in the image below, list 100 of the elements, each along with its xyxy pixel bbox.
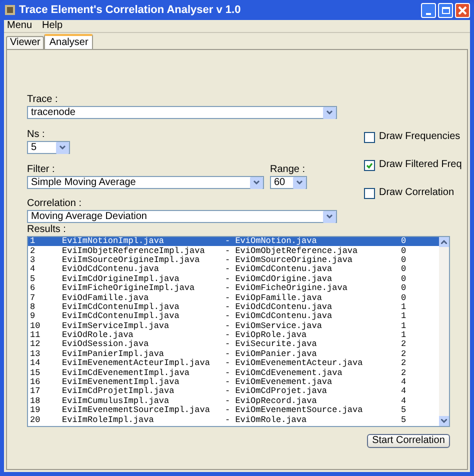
target-file: - EviOmFicheOrigine.java bbox=[225, 284, 348, 294]
tab[interactable]: Viewer bbox=[6, 36, 44, 49]
score: 2 bbox=[401, 359, 406, 368]
checkbox-label: Draw Frequencies bbox=[379, 131, 460, 143]
checkbox-label: Draw Correlation bbox=[379, 187, 454, 199]
target-file: - EviOmCdProjet.java bbox=[225, 387, 328, 396]
row-index: 18 bbox=[29, 396, 42, 406]
score: 0 bbox=[401, 256, 406, 265]
row-index: 3 bbox=[29, 256, 36, 265]
target-file: - EviOmPanier.java bbox=[225, 350, 317, 359]
source-file: EviImRoleImpl.java bbox=[62, 416, 155, 425]
row-index: 16 bbox=[29, 378, 42, 388]
score: 1 bbox=[401, 331, 406, 340]
target-file: - EviOdCdContenu.java bbox=[225, 302, 334, 312]
row-index: 7 bbox=[29, 294, 36, 303]
source-file: EviImObjetReferenceImpl.java bbox=[62, 246, 206, 256]
target-file: - EviOmCdContenu.java bbox=[225, 312, 334, 322]
source-file: EviImEvenementSourceImpl.java bbox=[62, 406, 211, 416]
window-title: Trace Element's Correlation Analyser v 1.0 bbox=[19, 2, 241, 18]
row-index: 14 bbox=[29, 359, 42, 368]
source-file: EviImNotionImpl.java bbox=[62, 237, 166, 246]
source-file: EviImCdEvenementImpl.java bbox=[62, 368, 191, 378]
correlation-dropdown[interactable]: Moving Average Deviation bbox=[27, 210, 337, 223]
row-index: 1 bbox=[29, 237, 36, 246]
target-file: - EviOmObjetReference.java bbox=[225, 246, 359, 256]
target-file: - EviOmNotion.java bbox=[225, 237, 318, 246]
target-file: - EviOpRecord.java bbox=[225, 396, 317, 406]
score: 0 bbox=[401, 237, 406, 246]
source-file: EviImCdContenuImpl.java bbox=[62, 312, 180, 322]
start-correlation-button[interactable]: Start Correlation bbox=[367, 434, 450, 448]
row-index: 11 bbox=[29, 331, 42, 340]
source-file: EviImServiceImpl.java bbox=[62, 322, 170, 331]
score: 0 bbox=[401, 265, 406, 274]
source-file: EviOdRole.java bbox=[62, 331, 134, 340]
target-file: - EviOmSourceOrigine.java bbox=[225, 256, 353, 265]
source-file: EviImEvenementActeurImpl.java bbox=[62, 359, 211, 368]
source-file: EviImSourceOrigineImpl.java bbox=[62, 256, 200, 265]
row-index: 10 bbox=[29, 322, 42, 331]
score: 0 bbox=[401, 274, 406, 284]
row-index: 12 bbox=[29, 340, 42, 350]
row-index: 4 bbox=[29, 265, 36, 274]
target-file: - EviOmCdOrigine.java bbox=[225, 274, 332, 284]
row-index: 17 bbox=[29, 387, 42, 396]
target-file: - EviSecurite.java bbox=[225, 340, 318, 350]
source-file: EviOdSession.java bbox=[62, 340, 150, 350]
target-file: - EviOmRole.java bbox=[225, 416, 308, 425]
score: 5 bbox=[401, 406, 406, 416]
source-file: EviOdFamille.java bbox=[62, 294, 149, 303]
row-index: 8 bbox=[29, 302, 36, 312]
score: 2 bbox=[401, 340, 406, 350]
source-file: EviImFicheOrigineImpl.java bbox=[62, 284, 196, 294]
menu-item[interactable]: Help bbox=[42, 20, 63, 32]
row-index: 20 bbox=[29, 416, 42, 425]
source-file: EviImCdContenuImpl.java bbox=[62, 302, 180, 312]
source-file: EviImPanierImpl.java bbox=[62, 350, 164, 359]
score: 5 bbox=[401, 416, 406, 425]
score: 0 bbox=[401, 246, 406, 256]
score: 1 bbox=[401, 322, 406, 331]
row-index: 5 bbox=[29, 274, 36, 284]
target-file: - EviOpRole.java bbox=[225, 331, 307, 340]
source-file: EviImCdOrigineImpl.java bbox=[62, 274, 180, 284]
target-file: - EviOmEvenement.java bbox=[225, 378, 332, 388]
target-file: - EviOmCdEvenement.java bbox=[225, 368, 344, 378]
row-index: 9 bbox=[29, 312, 36, 322]
field-label: Filter : bbox=[27, 164, 56, 176]
score: 4 bbox=[401, 396, 406, 406]
ns-dropdown[interactable]: 5 bbox=[27, 141, 70, 154]
target-file: - EviOmEvenementSource.java bbox=[225, 406, 364, 416]
row-index: 15 bbox=[29, 368, 42, 378]
trace-dropdown[interactable]: tracenode bbox=[27, 106, 337, 119]
score: 2 bbox=[401, 350, 406, 359]
results-label: Results : bbox=[27, 224, 67, 236]
selected-row[interactable]: 1 EviImNotionImpl.java - EviOmNotion.java 0 bbox=[28, 237, 439, 246]
tab[interactable]: Analyser bbox=[44, 34, 94, 49]
filter-dropdown[interactable]: Simple Moving Average bbox=[27, 176, 264, 189]
score: 0 bbox=[401, 294, 406, 303]
row-index: 6 bbox=[29, 284, 36, 294]
field-label: Trace : bbox=[27, 94, 59, 106]
menu-item[interactable]: Menu bbox=[7, 20, 32, 32]
target-file: - EviOmService.java bbox=[225, 322, 323, 331]
target-file: - EviOmCdContenu.java bbox=[225, 265, 332, 274]
score: 4 bbox=[401, 387, 406, 396]
source-file: EviImCumulusImpl.java bbox=[62, 396, 170, 406]
row-index: 2 bbox=[29, 246, 36, 256]
row-index: 13 bbox=[29, 350, 42, 359]
source-file: EviImEvenementImpl.java bbox=[62, 378, 180, 388]
score: 4 bbox=[401, 378, 406, 388]
score: 0 bbox=[401, 284, 406, 294]
score: 1 bbox=[401, 302, 406, 312]
field-label: Correlation : bbox=[27, 198, 82, 210]
score: 1 bbox=[401, 312, 406, 322]
source-file: EviImCdProjetImpl.java bbox=[62, 387, 174, 396]
field-label: Ns : bbox=[27, 129, 46, 141]
source-file: EviOdCdContenu.java bbox=[62, 265, 159, 274]
score: 2 bbox=[401, 368, 406, 378]
row-index: 19 bbox=[29, 406, 42, 416]
field-label: Range : bbox=[270, 164, 306, 176]
target-file: - EviOpFamille.java bbox=[225, 294, 322, 303]
range-dropdown[interactable]: 60 bbox=[270, 176, 307, 189]
target-file: - EviOmEvenementActeur.java bbox=[225, 359, 364, 368]
